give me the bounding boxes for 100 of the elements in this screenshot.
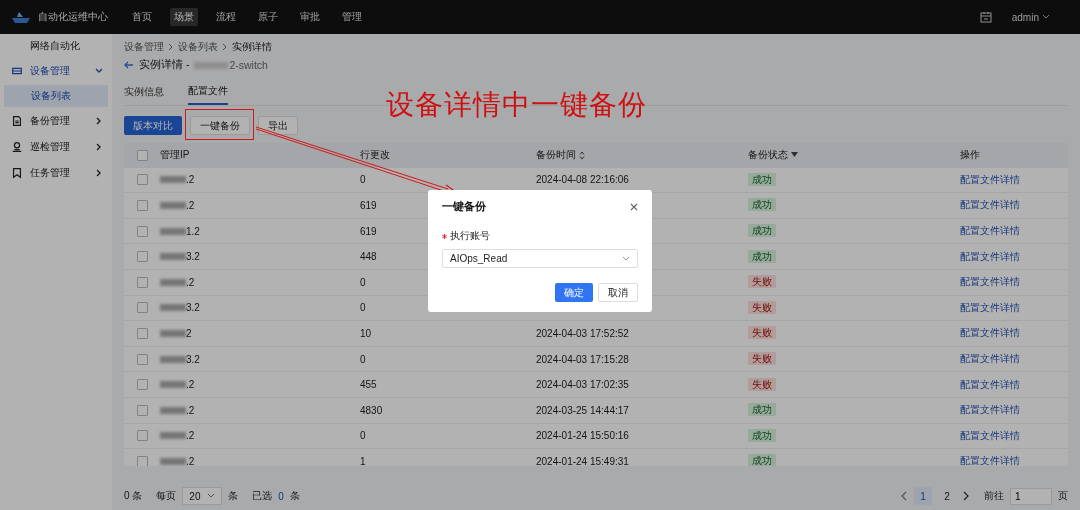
account-select[interactable]: AIOps_Read <box>442 249 638 268</box>
selected-unit: 条 <box>289 489 300 503</box>
checkbox[interactable] <box>136 174 148 186</box>
detail-link[interactable]: 配置文件详情 <box>960 276 1020 288</box>
detail-link[interactable]: 配置文件详情 <box>960 199 1020 211</box>
nav-tab[interactable]: 流程 <box>212 8 240 26</box>
detail-link[interactable]: 配置文件详情 <box>960 353 1020 365</box>
checkbox[interactable] <box>136 353 148 365</box>
detail-link[interactable]: 配置文件详情 <box>960 250 1020 262</box>
dialog-button[interactable]: 取消 <box>598 283 638 302</box>
detail-link[interactable]: 配置文件详情 <box>960 455 1020 466</box>
sidebar-item[interactable]: 巡检管理 <box>0 134 112 160</box>
status-tag: 成功 <box>748 454 776 466</box>
sidebar-item[interactable]: 备份管理 <box>0 108 112 134</box>
table-cell: 0 <box>360 276 366 288</box>
toolbar-button[interactable]: 一键备份 <box>190 116 250 135</box>
sidebar-subitem[interactable]: 设备列表 <box>4 85 108 107</box>
column-header: 备份状态 <box>748 148 788 163</box>
checkbox[interactable] <box>136 430 148 442</box>
checkbox[interactable] <box>136 379 148 391</box>
next-page-icon[interactable] <box>962 491 970 501</box>
checkbox[interactable] <box>136 200 148 211</box>
detail-link[interactable]: 配置文件详情 <box>960 378 1020 390</box>
page-button[interactable]: 2 <box>938 487 956 505</box>
nav-tab[interactable]: 首页 <box>128 8 156 26</box>
column-header: 备份时间 <box>536 148 576 163</box>
user-menu[interactable]: admin <box>1011 11 1050 23</box>
tab[interactable]: 配置文件 <box>188 80 228 105</box>
detail-link[interactable]: 配置文件详情 <box>960 225 1020 237</box>
nav-tab[interactable]: 原子 <box>254 8 282 26</box>
page-size-select[interactable]: 20 <box>182 487 223 505</box>
detail-link[interactable]: 配置文件详情 <box>960 404 1020 416</box>
table-cell: 455 <box>360 379 377 391</box>
blurred-text <box>160 406 186 414</box>
dialog-button[interactable]: 确定 <box>555 283 593 302</box>
table-cell: 2 <box>186 327 192 339</box>
page-size-label: 每页 <box>156 489 177 503</box>
page-button[interactable]: 1 <box>914 487 932 505</box>
status-tag: 成功 <box>748 403 776 417</box>
calendar-icon[interactable] <box>979 11 992 23</box>
dialog-title: 一键备份 <box>442 200 486 214</box>
checkbox[interactable] <box>136 327 148 339</box>
goto-unit: 页 <box>1058 489 1068 503</box>
table-cell: .2 <box>186 276 195 288</box>
caret-icon <box>1042 14 1050 20</box>
table-cell: 1.2 <box>186 225 200 237</box>
back-arrow-icon[interactable] <box>124 60 134 70</box>
tray-icon <box>11 65 23 77</box>
nav-tab[interactable]: 审批 <box>296 8 324 26</box>
sidebar-section-title: 网络自动化 <box>29 39 81 53</box>
status-tag: 成功 <box>748 172 776 186</box>
table-cell: 2024-04-08 22:16:06 <box>536 174 629 186</box>
table-cell: 2024-03-25 14:44:17 <box>536 404 629 416</box>
checkbox[interactable] <box>136 251 148 263</box>
checkbox[interactable] <box>136 455 148 466</box>
sidebar-item[interactable]: 任务管理 <box>0 160 112 186</box>
table-cell: 2024-04-03 17:15:28 <box>536 353 629 365</box>
detail-link[interactable]: 配置文件详情 <box>960 173 1020 185</box>
sort-icon[interactable] <box>579 150 585 160</box>
breadcrumb-link[interactable]: 实例详情 <box>232 40 272 54</box>
checkbox[interactable] <box>136 149 148 161</box>
blurred-text <box>160 381 186 389</box>
table-cell: 3.2 <box>186 251 200 263</box>
checkbox[interactable] <box>136 225 148 237</box>
column-header: 操作 <box>960 148 980 163</box>
checkbox[interactable] <box>136 276 148 288</box>
goto-field[interactable]: 1 <box>1010 487 1052 505</box>
table-cell: 0 <box>360 353 366 365</box>
table-cell: .2 <box>186 455 195 466</box>
toolbar-button[interactable]: 版本对比 <box>124 116 182 135</box>
nav-tab[interactable]: 管理 <box>338 8 366 26</box>
filter-icon[interactable] <box>791 152 798 159</box>
sidebar-item[interactable]: 设备管理 <box>0 58 112 84</box>
person-icon <box>11 141 23 153</box>
checkbox[interactable] <box>136 404 148 416</box>
page-title: 实例详情 - <box>139 58 190 72</box>
toolbar-button[interactable]: 导出 <box>258 116 298 135</box>
breadcrumb-link[interactable]: 设备管理 <box>124 40 164 54</box>
blurred-text <box>160 176 186 184</box>
tab[interactable]: 实例信息 <box>124 80 164 105</box>
field-label: 执行账号 <box>450 229 490 243</box>
status-tag: 失败 <box>748 377 776 391</box>
page-size-unit: 条 <box>228 489 239 503</box>
detail-link[interactable]: 配置文件详情 <box>960 301 1020 313</box>
column-header: 管理IP <box>160 148 190 163</box>
close-icon[interactable] <box>630 203 638 211</box>
breadcrumb-link[interactable]: 设备列表 <box>178 40 218 54</box>
app-title: 自动化运维中心 <box>38 10 108 24</box>
nav-tab[interactable]: 场景 <box>170 8 198 26</box>
status-tag: 失败 <box>748 300 776 314</box>
table-cell: 2024-04-03 17:52:52 <box>536 327 629 339</box>
previous-page-icon[interactable] <box>900 491 908 501</box>
table-cell: 2024-01-24 15:49:31 <box>536 455 629 466</box>
bookmark-icon <box>11 167 23 179</box>
detail-link[interactable]: 配置文件详情 <box>960 429 1020 441</box>
highlight-frame <box>185 109 254 140</box>
checkbox[interactable] <box>136 302 148 314</box>
blurred-text <box>160 304 186 312</box>
detail-link[interactable]: 配置文件详情 <box>960 327 1020 339</box>
column-header: 行更改 <box>360 148 390 163</box>
